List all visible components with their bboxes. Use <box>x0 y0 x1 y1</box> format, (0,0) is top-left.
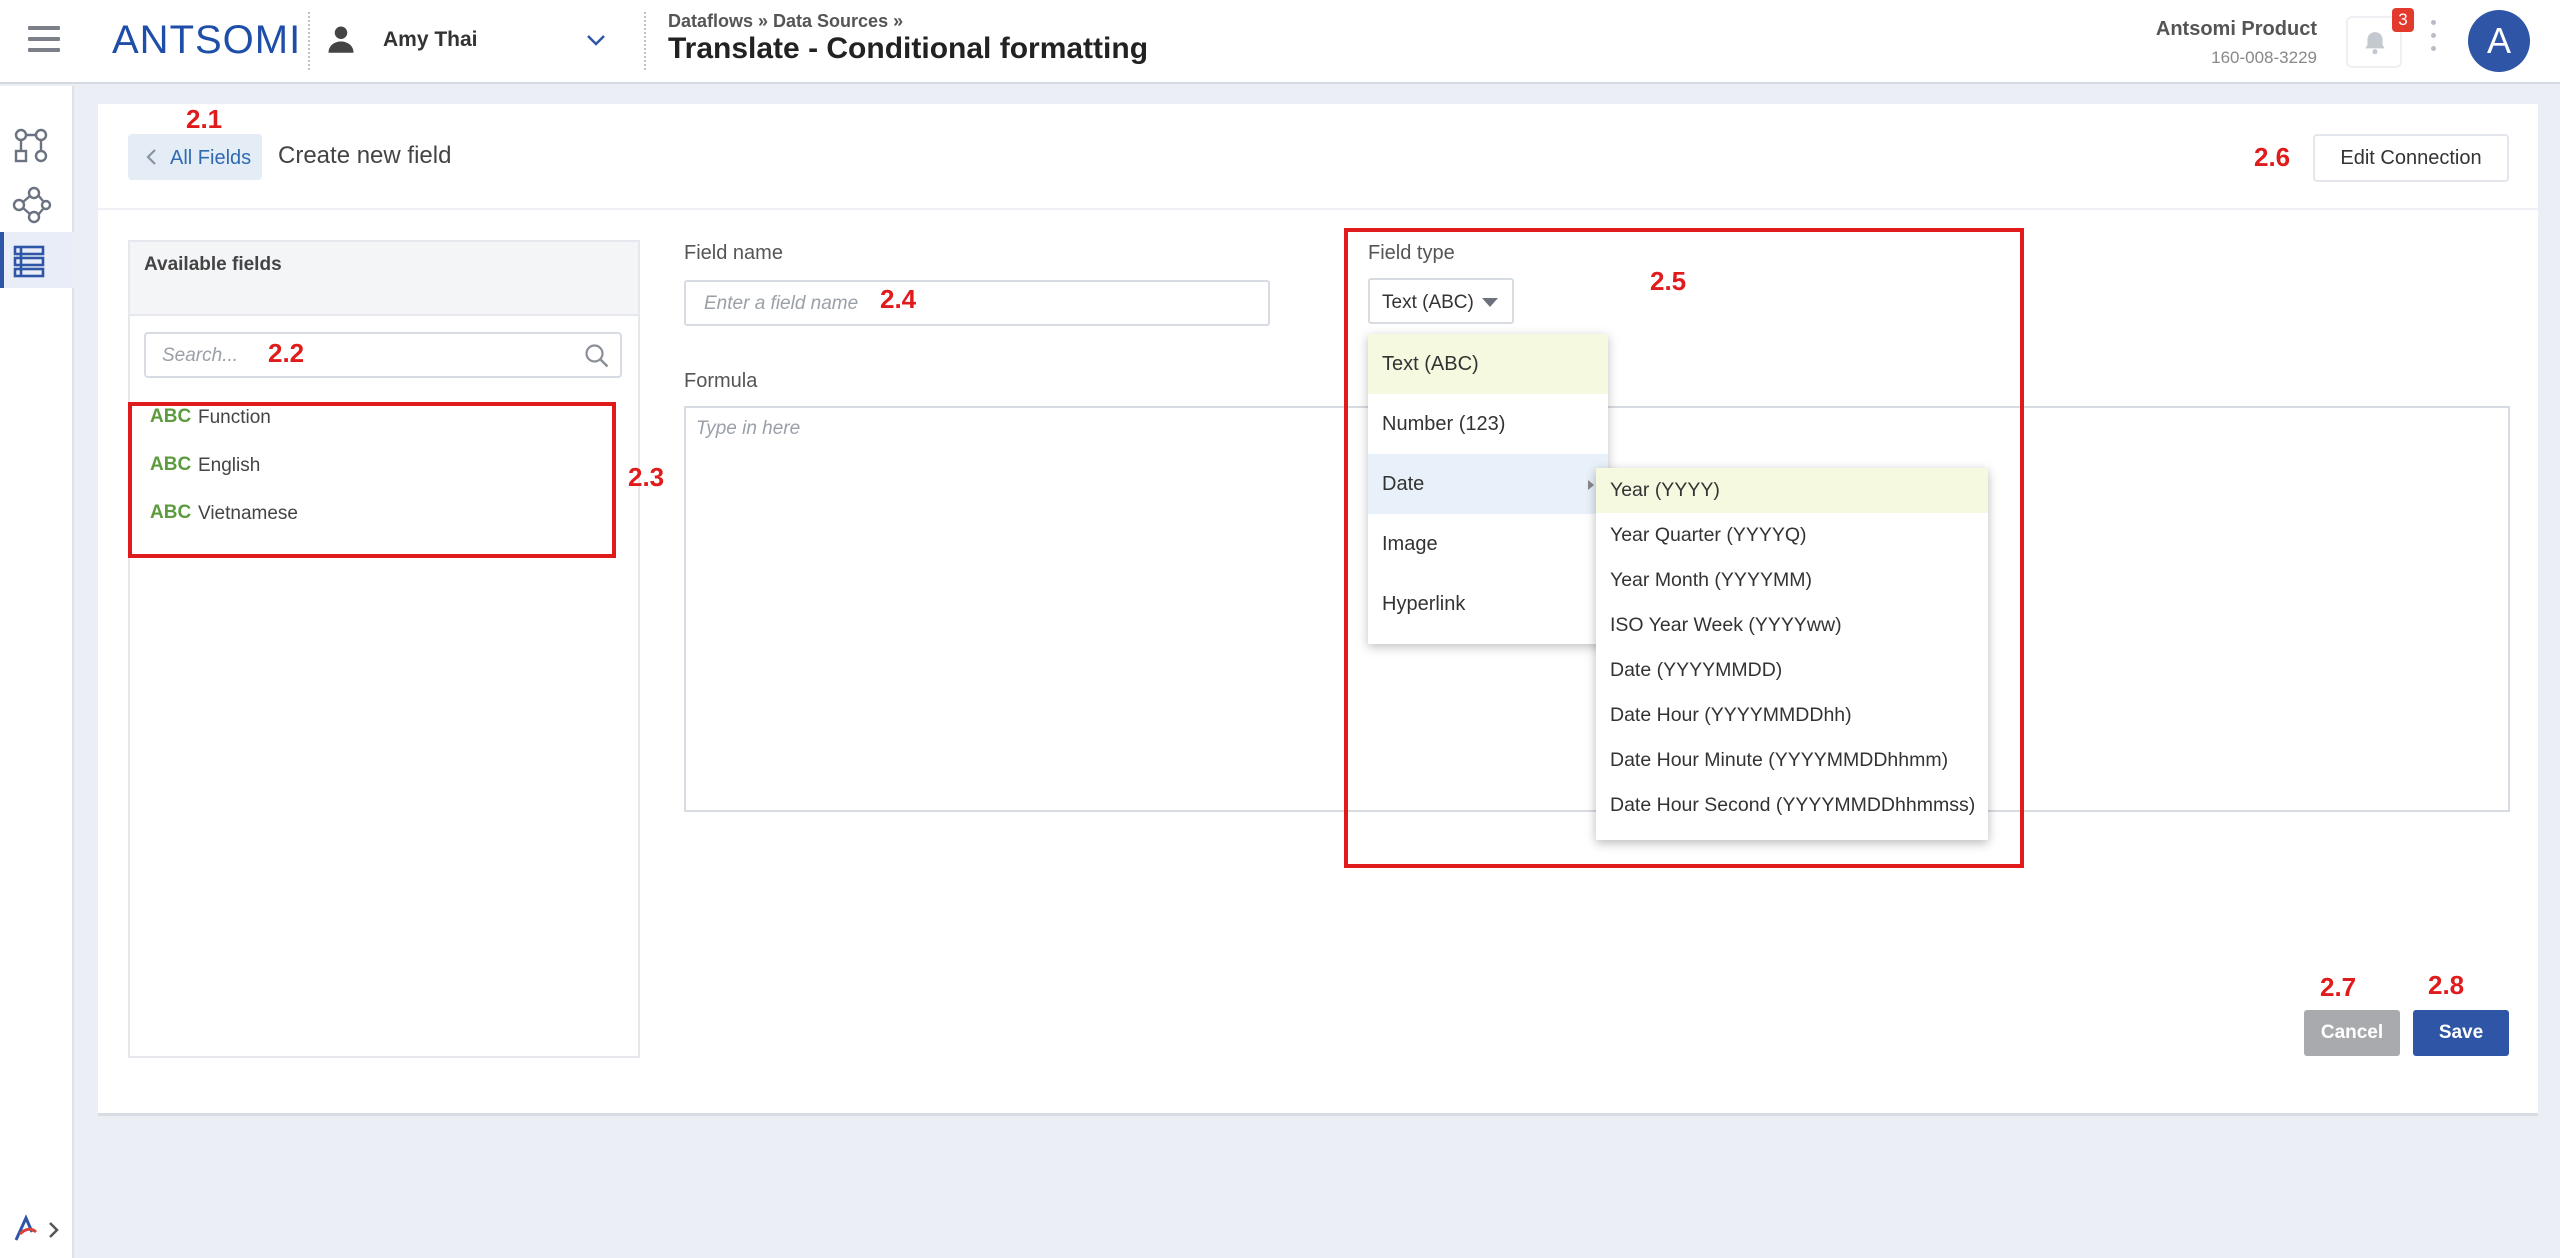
search-placeholder: Search... <box>162 345 239 366</box>
available-fields-title: Available fields <box>144 254 282 275</box>
annotation-2-6: 2.6 <box>2254 142 2291 172</box>
user-name[interactable]: Amy Thai <box>383 28 478 52</box>
user-icon <box>328 26 354 53</box>
rail-item-share[interactable] <box>0 174 74 230</box>
hamburger-menu-icon[interactable] <box>28 26 60 54</box>
annotation-2-3: 2.3 <box>628 462 665 492</box>
field-name-label: Field name <box>684 242 783 264</box>
annotation-box-2-5 <box>1344 228 2024 868</box>
annotation-2-5: 2.5 <box>1650 266 1687 296</box>
chevron-left-icon <box>146 149 156 165</box>
annotation-box-2-3 <box>128 402 616 558</box>
all-fields-label: All Fields <box>170 147 252 169</box>
notification-badge: 3 <box>2392 8 2414 32</box>
top-header: ANTSOMI Amy Thai Dataflows » Data Source… <box>0 0 2560 84</box>
create-field-card: All Fields Create new field Edit Connect… <box>98 104 2538 1116</box>
available-fields-header: Available fields <box>130 242 638 316</box>
annotation-2-2: 2.2 <box>268 338 305 368</box>
field-name-placeholder: Enter a field name <box>704 293 859 314</box>
search-input[interactable]: Search... <box>144 332 622 378</box>
save-button[interactable]: Save <box>2413 1010 2509 1056</box>
annotation-2-8: 2.8 <box>2428 970 2465 1000</box>
antsomi-logo-icon <box>14 1214 59 1241</box>
field-name-input[interactable]: Enter a field name <box>684 280 1270 326</box>
annotation-2-7: 2.7 <box>2320 972 2357 1002</box>
search-icon[interactable] <box>584 343 610 369</box>
workflow-icon <box>14 128 48 163</box>
available-fields-panel: Available fields Search... ABC Function … <box>128 240 640 1058</box>
header-divider <box>308 12 310 70</box>
data-sources-icon <box>13 245 45 278</box>
cancel-button[interactable]: Cancel <box>2304 1010 2400 1056</box>
more-options-icon[interactable] <box>2428 20 2438 64</box>
rail-item-data-sources[interactable] <box>0 232 74 288</box>
create-field-title: Create new field <box>278 142 452 169</box>
card-toolbar: All Fields Create new field Edit Connect… <box>98 104 2538 210</box>
formula-label: Formula <box>684 370 758 392</box>
formula-placeholder: Type in here <box>696 418 801 439</box>
left-rail <box>0 86 74 1258</box>
antsomi-logo[interactable]: ANTSOMI <box>112 18 301 63</box>
account-id: 160-008-3229 <box>2211 48 2317 67</box>
annotation-2-1: 2.1 <box>186 104 223 134</box>
header-divider <box>644 12 646 70</box>
rail-expand-button[interactable] <box>14 1214 64 1244</box>
rail-item-workflow[interactable] <box>0 114 74 170</box>
bell-icon <box>2365 32 2385 55</box>
chevron-down-icon[interactable] <box>584 28 608 52</box>
account-name[interactable]: Antsomi Product <box>2156 18 2317 41</box>
all-fields-back-button[interactable]: All Fields <box>128 134 262 180</box>
avatar[interactable]: A <box>2468 10 2530 72</box>
edit-connection-button[interactable]: Edit Connection <box>2313 134 2509 182</box>
share-nodes-icon <box>12 186 52 224</box>
breadcrumb[interactable]: Dataflows » Data Sources » <box>668 11 903 32</box>
annotation-2-4: 2.4 <box>880 284 917 314</box>
page-title: Translate - Conditional formatting <box>668 32 1149 65</box>
